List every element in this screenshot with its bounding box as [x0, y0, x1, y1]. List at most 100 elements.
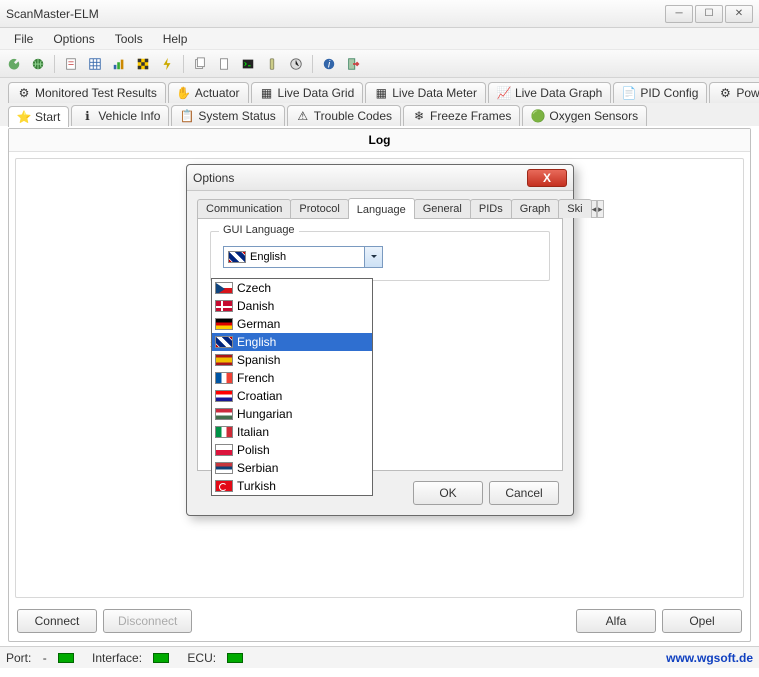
window-title: ScanMaster-ELM — [6, 7, 99, 21]
ok-button[interactable]: OK — [413, 481, 483, 505]
tab-monitored-test-results[interactable]: ⚙Monitored Test Results — [8, 82, 166, 103]
language-combobox[interactable]: English — [223, 246, 383, 268]
language-option-label: Croatian — [237, 389, 282, 403]
disconnect-button[interactable]: Disconnect — [103, 609, 192, 633]
power-icon: ⚙ — [718, 86, 732, 100]
window-titlebar: ScanMaster-ELM ─ ☐ ✕ — [0, 0, 759, 28]
menu-options[interactable]: Options — [43, 30, 104, 48]
maximize-button[interactable]: ☐ — [695, 5, 723, 23]
tab-live-data-grid[interactable]: ▦Live Data Grid — [251, 82, 364, 103]
tab-container: ⚙Monitored Test Results ✋ Actuator ▦Live … — [0, 78, 759, 126]
language-option-french[interactable]: French — [212, 369, 372, 387]
fr-flag-icon — [215, 372, 233, 384]
dialog-tabs: Communication Protocol Language General … — [197, 197, 563, 219]
menu-help[interactable]: Help — [153, 30, 198, 48]
interface-led-icon — [153, 653, 169, 663]
tab-system-status[interactable]: 📋System Status — [171, 105, 284, 126]
tab-label: Actuator — [195, 86, 240, 100]
tab-live-data-graph[interactable]: 📈 Live Data Graph — [488, 82, 611, 103]
language-option-german[interactable]: German — [212, 315, 372, 333]
language-option-czech[interactable]: Czech — [212, 279, 372, 297]
tab-label: Trouble Codes — [314, 109, 392, 123]
language-option-italian[interactable]: Italian — [212, 423, 372, 441]
tab-actuator[interactable]: ✋ Actuator — [168, 82, 249, 103]
tab-pid-config[interactable]: 📄PID Config — [613, 82, 707, 103]
menu-tools[interactable]: Tools — [105, 30, 153, 48]
toolbar-exit-icon[interactable] — [343, 54, 363, 74]
tab-label: Live Data Meter — [392, 86, 477, 100]
toolbar-lightning-icon[interactable] — [157, 54, 177, 74]
toolbar-device-icon[interactable] — [262, 54, 282, 74]
info-icon: ℹ — [80, 109, 94, 123]
dialog-tab-pids[interactable]: PIDs — [470, 199, 512, 218]
dialog-tab-general[interactable]: General — [414, 199, 471, 218]
dialog-tab-protocol[interactable]: Protocol — [290, 199, 348, 218]
tab-live-data-meter[interactable]: ▦Live Data Meter — [365, 82, 486, 103]
language-option-danish[interactable]: Danish — [212, 297, 372, 315]
hr-flag-icon — [215, 390, 233, 402]
minimize-button[interactable]: ─ — [665, 5, 693, 23]
language-option-label: Spanish — [237, 353, 280, 367]
language-option-label: Czech — [237, 281, 271, 295]
language-option-croatian[interactable]: Croatian — [212, 387, 372, 405]
status-url-link[interactable]: www.wgsoft.de — [666, 651, 753, 665]
dialog-tab-skin-partial[interactable]: Ski — [558, 199, 591, 218]
tab-label: Live Data Graph — [515, 86, 602, 100]
dialog-tab-scroll-right[interactable]: ▸ — [597, 200, 604, 218]
dialog-tab-communication[interactable]: Communication — [197, 199, 291, 218]
toolbar-chart-icon[interactable] — [109, 54, 129, 74]
tab-freeze-frames[interactable]: ❄Freeze Frames — [403, 105, 520, 126]
language-option-label: Hungarian — [237, 407, 292, 421]
cz-flag-icon — [215, 282, 233, 294]
dialog-tab-graph[interactable]: Graph — [511, 199, 560, 218]
tab-vehicle-info[interactable]: ℹVehicle Info — [71, 105, 169, 126]
language-dropdown-list[interactable]: Czech Danish German English Spanish French Cro… — [211, 278, 373, 496]
tab-trouble-codes[interactable]: ⚠Trouble Codes — [287, 105, 401, 126]
toolbar-grid-icon[interactable] — [85, 54, 105, 74]
toolbar-wrench-icon[interactable] — [4, 54, 24, 74]
language-option-polish[interactable]: Polish — [212, 441, 372, 459]
language-option-spanish[interactable]: Spanish — [212, 351, 372, 369]
dialog-tab-language[interactable]: Language — [348, 198, 415, 219]
toolbar-doc-icon[interactable] — [214, 54, 234, 74]
cancel-button[interactable]: Cancel — [489, 481, 559, 505]
status-icon: 📋 — [180, 109, 194, 123]
tab-oxygen-sensors[interactable]: 🟢Oxygen Sensors — [522, 105, 647, 126]
language-option-label: Danish — [237, 299, 274, 313]
es-flag-icon — [215, 354, 233, 366]
tab-label: Oxygen Sensors — [549, 109, 638, 123]
toolbar-separator — [54, 55, 55, 73]
menu-file[interactable]: File — [4, 30, 43, 48]
tab-row-top: ⚙Monitored Test Results ✋ Actuator ▦Live … — [8, 82, 751, 103]
dk-flag-icon — [215, 300, 233, 312]
tab-label: PID Config — [640, 86, 698, 100]
language-option-label: German — [237, 317, 280, 331]
status-ecu: ECU: — [187, 651, 243, 665]
alfa-button[interactable]: Alfa — [576, 609, 656, 633]
graph-icon: 📈 — [497, 86, 511, 100]
opel-button[interactable]: Opel — [662, 609, 742, 633]
status-bar: Port: - Interface: ECU: www.wgsoft.de — [0, 646, 759, 668]
toolbar-flag-icon[interactable] — [133, 54, 153, 74]
toolbar-terminal-icon[interactable] — [238, 54, 258, 74]
toolbar-globe-icon[interactable] — [28, 54, 48, 74]
toolbar-report-icon[interactable] — [61, 54, 81, 74]
language-option-turkish[interactable]: Turkish — [212, 477, 372, 495]
toolbar-copy-icon[interactable] — [190, 54, 210, 74]
toolbar-info-icon[interactable]: i — [319, 54, 339, 74]
language-option-hungarian[interactable]: Hungarian — [212, 405, 372, 423]
tab-label: Power — [736, 86, 759, 100]
language-option-label: Italian — [237, 425, 269, 439]
language-option-label: Turkish — [237, 479, 276, 493]
dialog-close-button[interactable]: X — [527, 169, 567, 187]
tab-power[interactable]: ⚙ Power — [709, 82, 759, 103]
language-option-english[interactable]: English — [212, 333, 372, 351]
close-button[interactable]: ✕ — [725, 5, 753, 23]
toolbar-clock-icon[interactable] — [286, 54, 306, 74]
tab-start[interactable]: ⭐Start — [8, 106, 69, 127]
language-option-serbian[interactable]: Serbian — [212, 459, 372, 477]
hand-icon: ✋ — [177, 86, 191, 100]
dialog-titlebar[interactable]: Options X — [187, 165, 573, 191]
tab-label: Freeze Frames — [430, 109, 511, 123]
connect-button[interactable]: Connect — [17, 609, 97, 633]
